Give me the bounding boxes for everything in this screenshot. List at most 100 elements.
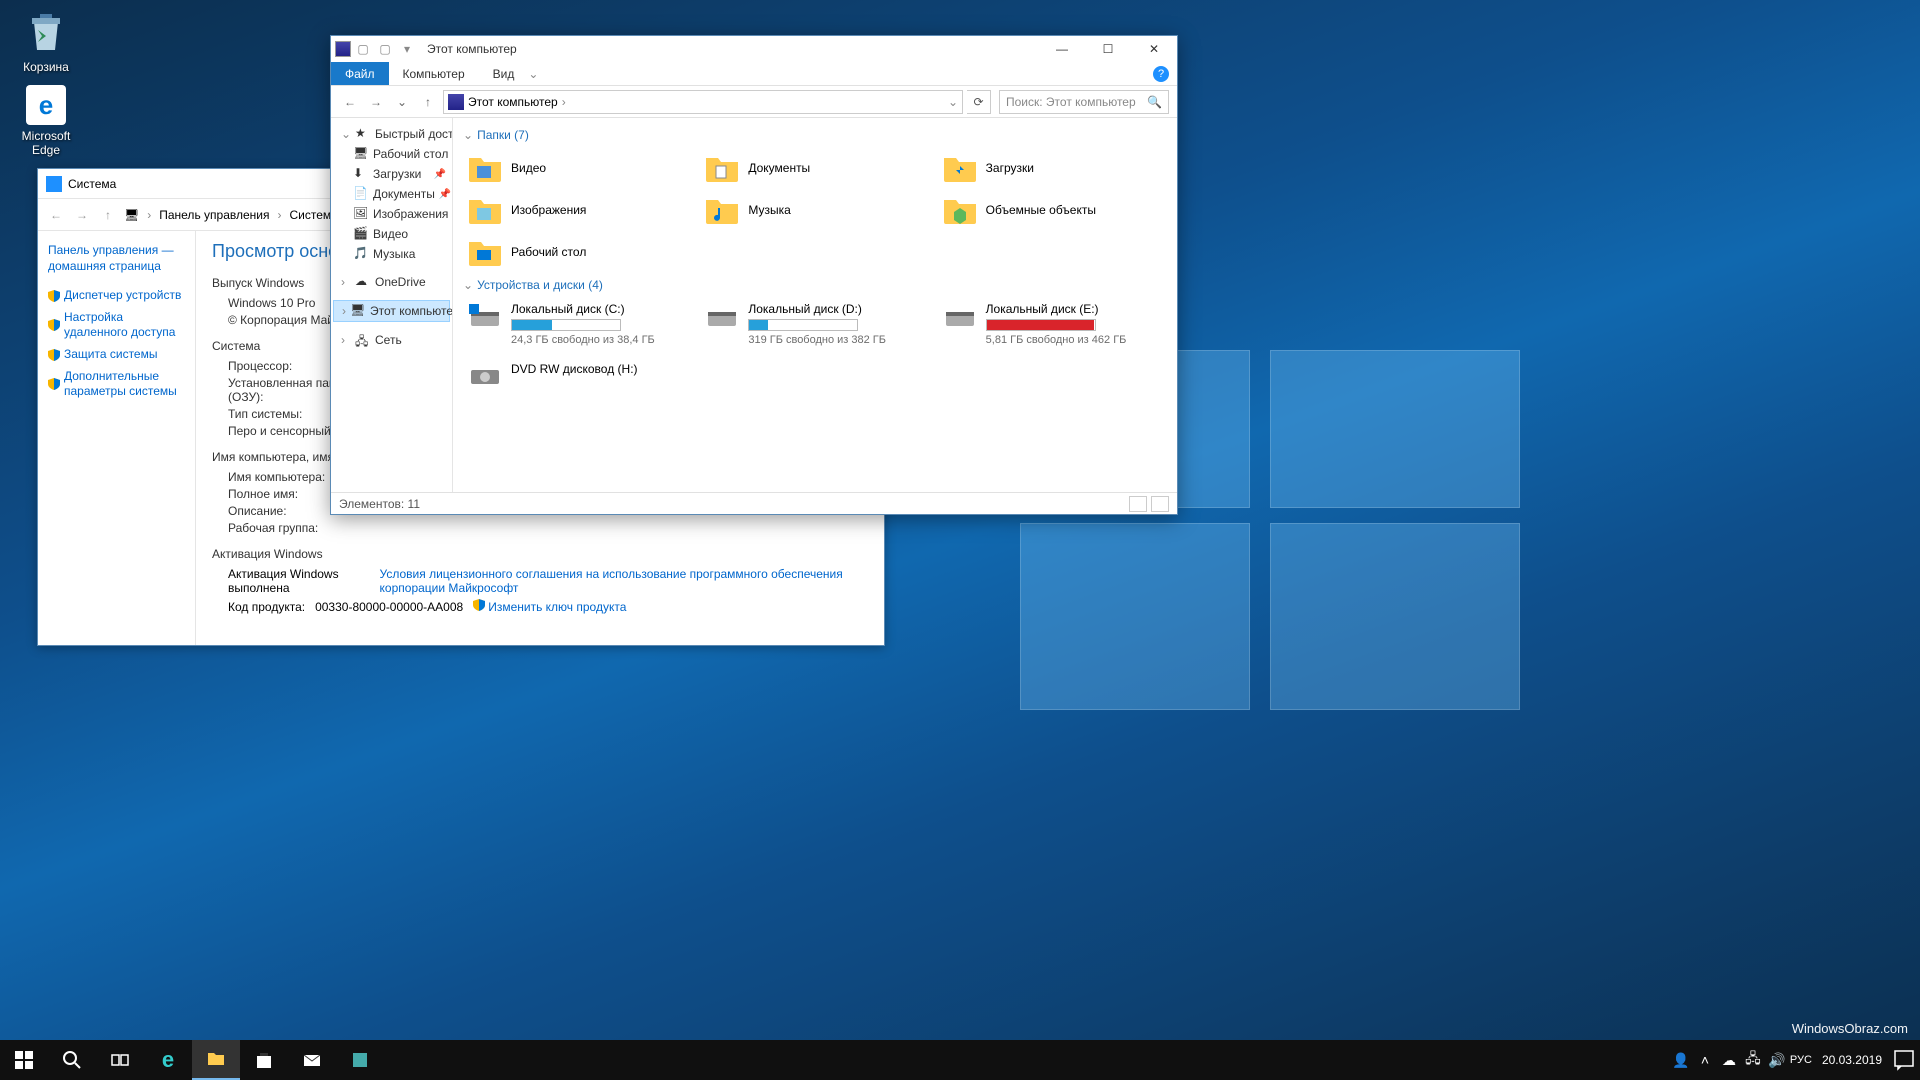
folder-desktop[interactable]: Рабочий стол	[463, 232, 692, 272]
explorer-titlebar[interactable]: ▢ ▢ ▾ Этот компьютер — ☐ ✕	[331, 36, 1177, 62]
people-icon[interactable]: 👤	[1670, 1040, 1692, 1080]
remote-settings-link[interactable]: Настройка удаленного доступа	[48, 310, 185, 341]
drive-free-text: 5,81 ГБ свободно из 462 ГБ	[986, 334, 1163, 346]
crumb-cp[interactable]: Панель управления	[159, 208, 269, 222]
tree-pictures[interactable]: 🖼Изображения📌	[333, 204, 450, 224]
maximize-button[interactable]: ☐	[1085, 36, 1131, 62]
tree-video[interactable]: 🎬Видео	[333, 224, 450, 244]
recycle-bin-icon[interactable]: Корзина	[8, 8, 84, 74]
back-button[interactable]: ←	[339, 91, 361, 113]
tree-music[interactable]: 🎵Музыка	[333, 244, 450, 264]
taskbar-edge[interactable]: e	[144, 1040, 192, 1080]
folder-3d-objects[interactable]: Объемные объекты	[938, 190, 1167, 230]
clock[interactable]: 20.03.2019	[1814, 1053, 1890, 1067]
device-manager-link[interactable]: Диспетчер устройств	[48, 288, 185, 304]
folder-video[interactable]: Видео	[463, 148, 692, 188]
desktop-folder-icon	[467, 236, 503, 268]
drive-free-text: 24,3 ГБ свободно из 38,4 ГБ	[511, 334, 688, 346]
qat-dropdown-icon[interactable]: ▾	[397, 39, 417, 59]
network-tray-icon[interactable]: 🖧	[1742, 1040, 1764, 1080]
forward-button[interactable]: →	[72, 205, 92, 225]
volume-icon[interactable]: 🔊	[1766, 1040, 1788, 1080]
recent-dropdown[interactable]: ⌄	[391, 91, 413, 113]
folder-documents[interactable]: Документы	[700, 148, 929, 188]
objects3d-folder-icon	[942, 194, 978, 226]
up-button[interactable]: ↑	[98, 205, 118, 225]
downloads-icon: ⬇	[353, 166, 369, 182]
tree-quick-access[interactable]: ⌄★Быстрый доступ	[333, 124, 450, 144]
tree-onedrive[interactable]: ›☁OneDrive	[333, 272, 450, 292]
music-icon: 🎵	[353, 246, 369, 262]
drive-usage-bar	[511, 319, 621, 331]
tree-this-pc[interactable]: ›🖥Этот компьютер	[333, 300, 450, 322]
this-pc-icon: 🖥	[350, 303, 366, 319]
tree-downloads[interactable]: ⬇Загрузки📌	[333, 164, 450, 184]
activation-head: Активация Windows	[212, 547, 868, 561]
pictures-folder-icon	[467, 194, 503, 226]
forward-button[interactable]: →	[365, 91, 387, 113]
close-button[interactable]: ✕	[1131, 36, 1177, 62]
explorer-title: Этот компьютер	[427, 42, 517, 56]
ribbon-expand-icon[interactable]: ⌄	[528, 67, 538, 81]
edition-value: Windows 10 Pro	[228, 296, 315, 310]
address-bar[interactable]: Этот компьютер › ⌄	[443, 90, 963, 114]
edge-label: Microsoft Edge	[8, 129, 84, 157]
video-icon: 🎬	[353, 226, 369, 242]
start-button[interactable]	[0, 1040, 48, 1080]
drive-item[interactable]: DVD RW дисковод (H:)	[463, 358, 692, 394]
help-button[interactable]: ?	[1153, 66, 1169, 82]
hdd-icon	[467, 302, 503, 330]
tab-view[interactable]: Вид	[479, 62, 529, 85]
folders-group-header[interactable]: ⌄Папки (7)	[463, 128, 1167, 142]
tab-computer[interactable]: Компьютер	[389, 62, 479, 85]
taskbar-mail[interactable]	[288, 1040, 336, 1080]
folder-pictures[interactable]: Изображения	[463, 190, 692, 230]
edge-icon[interactable]: e Microsoft Edge	[8, 85, 84, 157]
music-folder-icon	[704, 194, 740, 226]
content-area: ⌄Папки (7) Видео Документы Загрузки Изоб…	[453, 118, 1177, 492]
drives-group-header[interactable]: ⌄Устройства и диски (4)	[463, 278, 1167, 292]
folder-music[interactable]: Музыка	[700, 190, 929, 230]
qat-properties-icon[interactable]: ▢	[353, 39, 373, 59]
pin-icon: 📌	[434, 169, 446, 180]
documents-icon: 📄	[353, 186, 369, 202]
tray-overflow-icon[interactable]: ˄	[1694, 1040, 1716, 1080]
qat-new-folder-icon[interactable]: ▢	[375, 39, 395, 59]
onedrive-icon: ☁	[355, 274, 371, 290]
onedrive-tray-icon[interactable]: ☁	[1718, 1040, 1740, 1080]
back-button[interactable]: ←	[46, 205, 66, 225]
cp-home-link[interactable]: Панель управления — домашняя страница	[48, 243, 185, 274]
system-protection-link[interactable]: Защита системы	[48, 347, 185, 363]
task-view-button[interactable]	[96, 1040, 144, 1080]
tree-desktop[interactable]: 🖥Рабочий стол📌	[333, 144, 450, 164]
license-terms-link[interactable]: Условия лицензионного соглашения на испо…	[380, 567, 868, 595]
refresh-button[interactable]: ⟳	[967, 90, 991, 114]
system-sidebar: Панель управления — домашняя страница Ди…	[38, 231, 196, 645]
drive-item[interactable]: Локальный диск (C:)24,3 ГБ свободно из 3…	[463, 298, 692, 350]
trash-icon	[22, 8, 70, 56]
tree-network[interactable]: ›🖧Сеть	[333, 330, 450, 350]
product-key-value: 00330-80000-00000-AA008	[315, 600, 463, 614]
drive-item[interactable]: Локальный диск (D:)319 ГБ свободно из 38…	[700, 298, 929, 350]
advanced-settings-link[interactable]: Дополнительные параметры системы	[48, 369, 185, 400]
change-key-link[interactable]: Изменить ключ продукта	[473, 599, 626, 614]
address-dropdown-icon[interactable]: ⌄	[948, 95, 958, 109]
taskbar-explorer[interactable]	[192, 1040, 240, 1080]
tiles-view-button[interactable]	[1151, 496, 1169, 512]
search-button[interactable]	[48, 1040, 96, 1080]
search-input[interactable]: Поиск: Этот компьютер 🔍	[999, 90, 1169, 114]
taskbar-app[interactable]	[336, 1040, 384, 1080]
up-button[interactable]: ↑	[417, 91, 439, 113]
action-center-button[interactable]	[1892, 1040, 1916, 1080]
folder-downloads[interactable]: Загрузки	[938, 148, 1167, 188]
minimize-button[interactable]: —	[1039, 36, 1085, 62]
shield-icon	[48, 319, 60, 331]
details-view-button[interactable]	[1129, 496, 1147, 512]
tree-documents[interactable]: 📄Документы📌	[333, 184, 450, 204]
tab-file[interactable]: Файл	[331, 62, 389, 85]
taskbar-store[interactable]	[240, 1040, 288, 1080]
language-indicator[interactable]: РУС	[1790, 1040, 1812, 1080]
desktop-icon: 🖥	[353, 146, 369, 162]
shield-icon	[48, 290, 60, 302]
drive-item[interactable]: Локальный диск (E:)5,81 ГБ свободно из 4…	[938, 298, 1167, 350]
